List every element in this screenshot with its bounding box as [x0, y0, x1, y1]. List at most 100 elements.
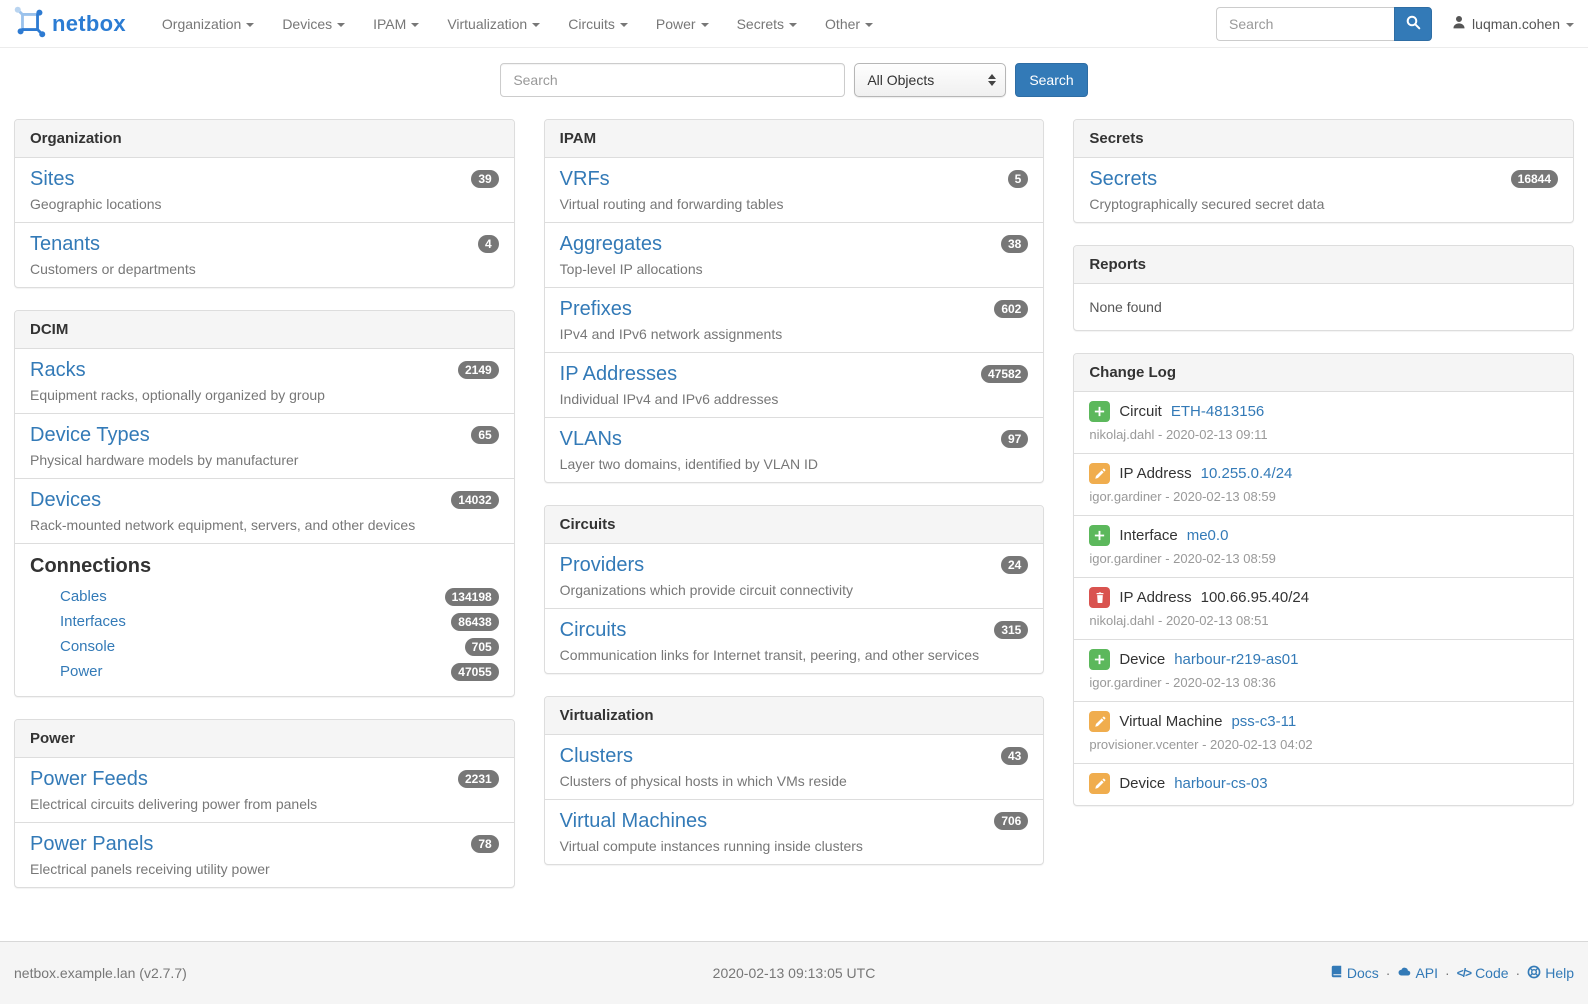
- changelog-meta: igor.gardiner - 2020-02-13 08:59: [1089, 489, 1558, 504]
- footer-separator: ·: [1443, 965, 1452, 981]
- providers-count-badge: 24: [1001, 556, 1028, 574]
- code-link[interactable]: </> Code: [1457, 965, 1509, 981]
- vlans-link[interactable]: VLANs: [560, 427, 622, 451]
- panel-changelog-title: Change Log: [1074, 354, 1573, 392]
- changelog-object-type: Circuit: [1119, 403, 1162, 420]
- changelog-object-link[interactable]: harbour-r219-as01: [1174, 651, 1298, 668]
- changelog-entry: Device harbour-cs-03: [1074, 764, 1573, 805]
- prefixes-link[interactable]: Prefixes: [560, 297, 632, 321]
- item-description: Virtual compute instances running inside…: [560, 837, 1029, 855]
- device-types-link[interactable]: Device Types: [30, 423, 150, 447]
- secrets-link[interactable]: Secrets: [1089, 167, 1157, 191]
- search-scope-value: All Objects: [867, 72, 934, 88]
- racks-link[interactable]: Racks: [30, 358, 86, 382]
- list-item: Power Panels 78 Electrical panels receiv…: [15, 823, 514, 887]
- nav-menu-circuits[interactable]: Circuits: [554, 0, 642, 48]
- changelog-object-type: Interface: [1119, 527, 1177, 544]
- footer-hostname-version: netbox.example.lan (v2.7.7): [14, 965, 187, 981]
- docs-label: Docs: [1347, 965, 1379, 981]
- search-scope-select[interactable]: All Objects: [854, 63, 1006, 97]
- panel-dcim: DCIM Racks 2149 Equipment racks, optiona…: [14, 310, 515, 697]
- clusters-link[interactable]: Clusters: [560, 744, 633, 768]
- circuits-link[interactable]: Circuits: [560, 618, 627, 642]
- nav-menu-power[interactable]: Power: [642, 0, 723, 48]
- changelog-object-link[interactable]: ETH-4813156: [1171, 403, 1264, 420]
- changelog-object-link[interactable]: 10.255.0.4/24: [1201, 465, 1293, 482]
- changelog-object-type: Virtual Machine: [1119, 713, 1222, 730]
- help-label: Help: [1545, 965, 1574, 981]
- chevron-down-icon: [246, 23, 254, 27]
- nav-menu-label: Circuits: [568, 16, 615, 32]
- nav-menu-devices[interactable]: Devices: [268, 0, 359, 48]
- chevron-down-icon: [789, 23, 797, 27]
- panel-organization-title: Organization: [15, 120, 514, 158]
- secrets-count-badge: 16844: [1511, 170, 1558, 188]
- api-link[interactable]: API: [1397, 965, 1438, 981]
- main-menu: Organization Devices IPAM Virtualization…: [148, 0, 887, 48]
- changelog-meta: nikolaj.dahl - 2020-02-13 08:51: [1089, 613, 1558, 628]
- navbar-search-input[interactable]: [1216, 7, 1394, 41]
- panel-power-title: Power: [15, 720, 514, 758]
- chevron-down-icon: [532, 23, 540, 27]
- changelog-object-name: 100.66.95.40/24: [1201, 589, 1309, 606]
- global-search-button[interactable]: Search: [1015, 63, 1087, 97]
- panel-circuits: Circuits Providers 24 Organizations whic…: [544, 505, 1045, 674]
- clusters-count-badge: 43: [1001, 747, 1028, 765]
- docs-link[interactable]: Docs: [1330, 965, 1379, 981]
- panel-organization: Organization Sites 39 Geographic locatio…: [14, 119, 515, 288]
- top-navbar: netbox Organization Devices IPAM Virtual…: [0, 0, 1588, 48]
- nav-menu-virtualization[interactable]: Virtualization: [433, 0, 554, 48]
- item-description: Communication links for Internet transit…: [560, 646, 1029, 664]
- netbox-logo[interactable]: netbox: [14, 6, 126, 41]
- panel-secrets: Secrets Secrets 16844 Cryptographically …: [1073, 119, 1574, 223]
- panel-virtualization: Virtualization Clusters 43 Clusters of p…: [544, 696, 1045, 865]
- panel-power: Power Power Feeds 2231 Electrical circui…: [14, 719, 515, 888]
- changelog-object-link[interactable]: me0.0: [1187, 527, 1229, 544]
- list-item: Aggregates 38 Top-level IP allocations: [545, 223, 1044, 288]
- interfaces-link[interactable]: Interfaces: [60, 613, 126, 630]
- item-description: Customers or departments: [30, 260, 499, 278]
- item-description: Layer two domains, identified by VLAN ID: [560, 455, 1029, 473]
- panel-reports: Reports None found: [1073, 245, 1574, 331]
- providers-link[interactable]: Providers: [560, 553, 644, 577]
- vrfs-count-badge: 5: [1008, 170, 1029, 188]
- user-menu[interactable]: luqman.cohen: [1452, 15, 1574, 32]
- vrfs-link[interactable]: VRFs: [560, 167, 610, 191]
- changelog-entry: IP Address 10.255.0.4/24 igor.gardiner -…: [1074, 454, 1573, 516]
- changelog-object-type: IP Address: [1119, 589, 1191, 606]
- nav-menu-other[interactable]: Other: [811, 0, 887, 48]
- cables-link[interactable]: Cables: [60, 588, 107, 605]
- power-connections-link[interactable]: Power: [60, 663, 103, 680]
- panel-ipam: IPAM VRFs 5 Virtual routing and forwardi…: [544, 119, 1045, 483]
- sites-link[interactable]: Sites: [30, 167, 74, 191]
- navbar-search-button[interactable]: [1394, 7, 1432, 41]
- virtual-machines-link[interactable]: Virtual Machines: [560, 809, 707, 833]
- nav-menu-secrets[interactable]: Secrets: [723, 0, 811, 48]
- changelog-object-link[interactable]: pss-c3-11: [1231, 713, 1296, 730]
- help-link[interactable]: Help: [1527, 965, 1574, 982]
- list-item: Virtual Machines 706 Virtual compute ins…: [545, 800, 1044, 864]
- nav-menu-organization[interactable]: Organization: [148, 0, 268, 48]
- ip-addresses-link[interactable]: IP Addresses: [560, 362, 677, 386]
- chevron-down-icon: [1566, 23, 1574, 27]
- changelog-entry: Virtual Machine pss-c3-11 provisioner.vc…: [1074, 702, 1573, 764]
- list-item: Providers 24 Organizations which provide…: [545, 544, 1044, 609]
- panel-dcim-title: DCIM: [15, 311, 514, 349]
- power-feeds-link[interactable]: Power Feeds: [30, 767, 148, 791]
- life-ring-icon: [1527, 965, 1541, 982]
- list-item: Racks 2149 Equipment racks, optionally o…: [15, 349, 514, 414]
- chevron-down-icon: [337, 23, 345, 27]
- devices-link[interactable]: Devices: [30, 488, 101, 512]
- changelog-object-link[interactable]: harbour-cs-03: [1174, 775, 1267, 792]
- console-count-badge: 705: [465, 638, 499, 656]
- console-link[interactable]: Console: [60, 638, 115, 655]
- tenants-link[interactable]: Tenants: [30, 232, 100, 256]
- footer-separator: ·: [1514, 965, 1523, 981]
- aggregates-link[interactable]: Aggregates: [560, 232, 662, 256]
- global-search-input[interactable]: [500, 63, 845, 97]
- changelog-meta: nikolaj.dahl - 2020-02-13 09:11: [1089, 427, 1558, 442]
- power-panels-link[interactable]: Power Panels: [30, 832, 153, 856]
- list-item: IP Addresses 47582 Individual IPv4 and I…: [545, 353, 1044, 418]
- interfaces-count-badge: 86438: [451, 613, 498, 631]
- nav-menu-ipam[interactable]: IPAM: [359, 0, 433, 48]
